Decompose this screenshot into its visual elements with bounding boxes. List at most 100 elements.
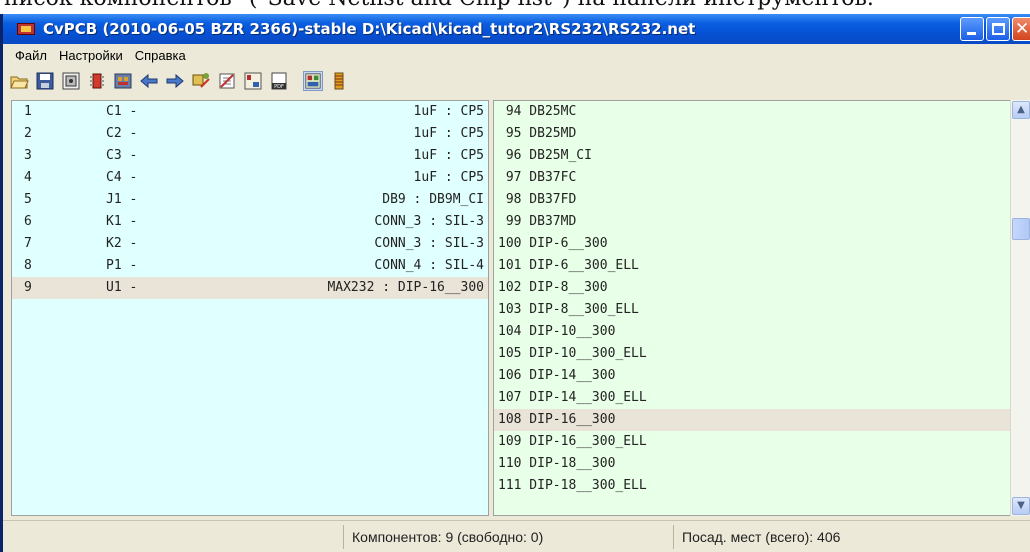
footprint-list[interactable]: 94 DB25MC 95 DB25MD 96 DB25M_CI 97 DB37F… <box>493 100 1013 516</box>
menu-help[interactable]: Справка <box>129 46 192 65</box>
footprint-number: 103 <box>498 302 522 317</box>
footprint-name: DIP-16__300_ELL <box>521 434 647 449</box>
component-number: 5 <box>24 192 32 207</box>
footprint-number: 105 <box>498 346 522 361</box>
footprint-number: 102 <box>498 280 522 295</box>
component-reference: K1 - <box>106 214 138 229</box>
footprint-row[interactable]: 107 DIP-14__300_ELL <box>494 387 1012 409</box>
footprint-number: 110 <box>498 456 522 471</box>
component-row[interactable]: 9 U1 - MAX232 : DIP-16__300 <box>12 277 488 299</box>
component-icon[interactable] <box>87 71 107 91</box>
footprint-row[interactable]: 103 DIP-8__300_ELL <box>494 299 1012 321</box>
footprint-number: 101 <box>498 258 522 273</box>
component-value-footprint: MAX232 : DIP-16__300 <box>327 280 484 295</box>
component-value-footprint: CONN_4 : SIL-4 <box>374 258 484 273</box>
footprint-name: DIP-18__300_ELL <box>521 478 647 493</box>
minimize-button[interactable] <box>960 17 984 41</box>
filter-icon[interactable] <box>303 71 323 91</box>
component-number: 9 <box>24 280 32 295</box>
maximize-button[interactable] <box>986 17 1010 41</box>
component-reference: C3 - <box>106 148 138 163</box>
footprint-name: DB37MD <box>521 214 577 229</box>
component-value-footprint: 1uF : CP5 <box>413 170 484 185</box>
footprint-row[interactable]: 98 DB37FD <box>494 189 1012 211</box>
save-icon[interactable] <box>35 71 55 91</box>
footprint-number: 99 <box>498 214 522 229</box>
footprint-row[interactable]: 111 DIP-18__300_ELL <box>494 475 1012 497</box>
footprint-number: 100 <box>498 236 522 251</box>
component-value-footprint: CONN_3 : SIL-3 <box>374 214 484 229</box>
component-reference: C1 - <box>106 104 138 119</box>
toolbar: PDF <box>3 66 1030 96</box>
component-row[interactable]: 7 K2 - CONN_3 : SIL-3 <box>12 233 488 255</box>
pdf-icon[interactable]: PDF <box>269 71 289 91</box>
list-icon[interactable] <box>329 71 349 91</box>
component-row[interactable]: 1 C1 - 1uF : CP5 <box>12 101 488 123</box>
component-row[interactable]: 3 C3 - 1uF : CP5 <box>12 145 488 167</box>
footprint-row[interactable]: 109 DIP-16__300_ELL <box>494 431 1012 453</box>
footprint-row[interactable]: 106 DIP-14__300 <box>494 365 1012 387</box>
cvpcb-app-icon[interactable] <box>17 21 35 37</box>
footprint-row[interactable]: 97 DB37FC <box>494 167 1012 189</box>
component-row[interactable]: 4 C4 - 1uF : CP5 <box>12 167 488 189</box>
document-caption: писок компонентов" ("Save Netlist and Cm… <box>0 0 1030 14</box>
component-value-footprint: 1uF : CP5 <box>413 104 484 119</box>
component-reference: K2 - <box>106 236 138 251</box>
footprint-number: 94 <box>498 104 522 119</box>
status-footprints: Посад. мест (всего): 406 <box>673 525 1013 549</box>
footprint-row[interactable]: 110 DIP-18__300 <box>494 453 1012 475</box>
footprint-row[interactable]: 105 DIP-10__300_ELL <box>494 343 1012 365</box>
footprint-row[interactable]: 96 DB25M_CI <box>494 145 1012 167</box>
menu-bar: Файл Настройки Справка <box>3 44 1030 66</box>
window-title: CvPCB (2010-06-05 BZR 2366)-stable D:\Ki… <box>43 20 696 38</box>
component-number: 2 <box>24 126 32 141</box>
title-bar[interactable]: CvPCB (2010-06-05 BZR 2366)-stable D:\Ki… <box>3 14 1030 44</box>
component-row[interactable]: 8 P1 - CONN_4 : SIL-4 <box>12 255 488 277</box>
footprint-row[interactable]: 102 DIP-8__300 <box>494 277 1012 299</box>
arrow-right-icon[interactable] <box>165 71 185 91</box>
footprint-row[interactable]: 99 DB37MD <box>494 211 1012 233</box>
status-components: Компонентов: 9 (свободно: 0) <box>343 525 673 549</box>
footprint-scrollbar[interactable]: ▲ ▼ <box>1010 100 1030 516</box>
footprint-name: DB25MD <box>521 126 577 141</box>
footprint-library-icon[interactable] <box>113 71 133 91</box>
footprint-row[interactable]: 94 DB25MC <box>494 101 1012 123</box>
component-reference: J1 - <box>106 192 138 207</box>
menu-file[interactable]: Файл <box>9 46 53 65</box>
footprint-number: 109 <box>498 434 522 449</box>
view-icon[interactable] <box>61 71 81 91</box>
footprint-row[interactable]: 101 DIP-6__300_ELL <box>494 255 1012 277</box>
component-reference: C4 - <box>106 170 138 185</box>
footprint-name: DIP-18__300 <box>521 456 616 471</box>
arrow-left-icon[interactable] <box>139 71 159 91</box>
menu-settings[interactable]: Настройки <box>53 46 129 65</box>
component-list[interactable]: 1 C1 - 1uF : CP5 2 C2 - 1uF : CP5 3 C3 - 1uF : C… <box>11 100 489 516</box>
delete-association-icon[interactable] <box>217 71 237 91</box>
open-icon[interactable] <box>9 71 29 91</box>
component-row[interactable]: 2 C2 - 1uF : CP5 <box>12 123 488 145</box>
scroll-thumb[interactable] <box>1012 218 1030 240</box>
footprint-name: DIP-10__300 <box>521 324 616 339</box>
footprint-number: 111 <box>498 478 522 493</box>
footprint-number: 106 <box>498 368 522 383</box>
footprint-name: DB25M_CI <box>521 148 592 163</box>
component-number: 4 <box>24 170 32 185</box>
footprint-name: DIP-8__300_ELL <box>521 302 639 317</box>
footprint-row[interactable]: 100 DIP-6__300 <box>494 233 1012 255</box>
footprint-number: 97 <box>498 170 522 185</box>
close-button[interactable]: ✕ <box>1012 17 1030 41</box>
display-footprint-icon[interactable] <box>243 71 263 91</box>
component-number: 8 <box>24 258 32 273</box>
auto-associate-icon[interactable] <box>191 71 211 91</box>
footprint-name: DIP-16__300 <box>521 412 616 427</box>
svg-text:PDF: PDF <box>274 84 284 90</box>
component-row[interactable]: 6 K1 - CONN_3 : SIL-3 <box>12 211 488 233</box>
scroll-up-button[interactable]: ▲ <box>1012 101 1030 119</box>
scroll-down-button[interactable]: ▼ <box>1012 497 1030 515</box>
footprint-row[interactable]: 95 DB25MD <box>494 123 1012 145</box>
footprint-row[interactable]: 104 DIP-10__300 <box>494 321 1012 343</box>
component-row[interactable]: 5 J1 - DB9 : DB9M_CI <box>12 189 488 211</box>
footprint-row[interactable]: 108 DIP-16__300 <box>494 409 1012 431</box>
component-reference: C2 - <box>106 126 138 141</box>
component-reference: U1 - <box>106 280 138 295</box>
